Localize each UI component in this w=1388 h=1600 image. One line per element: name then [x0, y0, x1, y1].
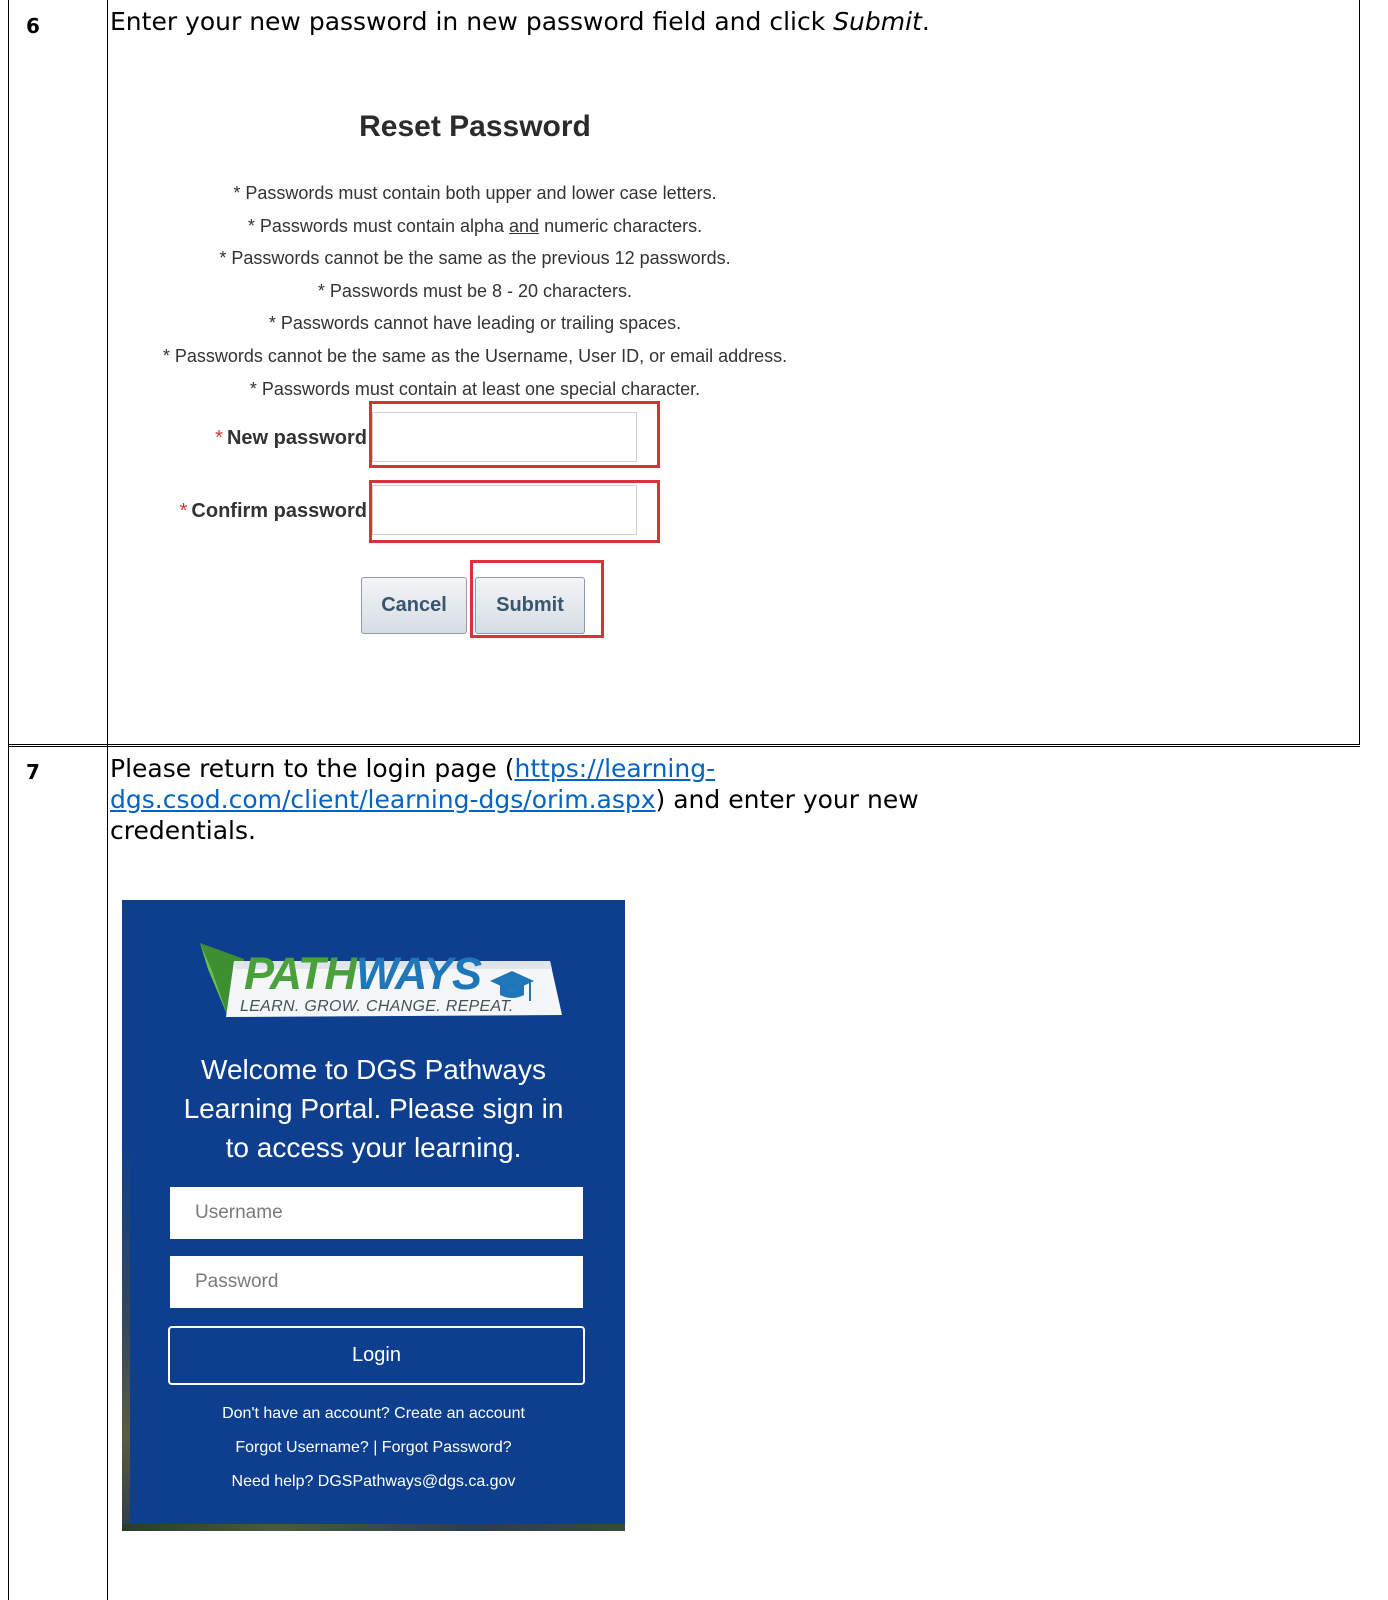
required-mark: *	[215, 427, 223, 449]
forgot-password-link[interactable]: Forgot Password?	[382, 1439, 512, 1456]
step-number: 7	[26, 760, 40, 784]
instruction-line-1: Please return to the login page (https:/…	[110, 753, 1340, 784]
row-divider	[8, 744, 1360, 745]
table-left-border	[8, 0, 9, 1600]
rule-alpha-numeric: * Passwords must contain alpha and numer…	[110, 210, 840, 243]
required-mark: *	[179, 500, 188, 522]
instruction-line-2: dgs.csod.com/client/learning-dgs/orim.as…	[110, 784, 1340, 815]
login-screenshot: PATHWAYS LEARN. GROW. CHANGE. REPEAT. We…	[122, 900, 625, 1531]
new-password-highlight	[369, 401, 660, 468]
wordmark-part-2: WAYS	[355, 948, 482, 999]
password-input[interactable]	[170, 1256, 583, 1308]
label-text: New password	[226, 427, 367, 449]
table-right-border	[1359, 0, 1360, 744]
rule-underlined-word: and	[509, 215, 540, 236]
rule-length: * Passwords must be 8 - 20 characters.	[317, 280, 633, 301]
welcome-line: Learning Portal. Please sign in	[183, 1093, 564, 1124]
password-rules: * Passwords must contain both upper and …	[110, 177, 840, 405]
step-number: 6	[26, 14, 40, 38]
rule-username: * Passwords cannot be the same as the Us…	[162, 345, 788, 366]
logo-tagline: LEARN. GROW. CHANGE. REPEAT.	[240, 998, 514, 1015]
login-page-link[interactable]: https://learning-	[514, 754, 715, 783]
confirm-password-highlight	[369, 480, 660, 543]
wordmark-part-1: PATH	[244, 948, 357, 999]
link-separator: |	[373, 1439, 378, 1456]
instruction-suffix: .	[921, 7, 930, 36]
rule-previous-12: * Passwords cannot be the same as the pr…	[219, 248, 731, 269]
instruction-emphasis: Submit	[833, 7, 922, 36]
login-button[interactable]: Login	[168, 1326, 585, 1385]
welcome-line: Welcome to DGS Pathways	[201, 1054, 546, 1085]
forgot-username-link[interactable]: Forgot Username?	[235, 1439, 368, 1456]
row-divider-second	[8, 746, 1360, 747]
page-title: Reset Password	[359, 110, 591, 143]
instruction-text-continued: ) and enter your new	[655, 785, 919, 814]
step-6-instruction: Enter your new password in new password …	[110, 6, 1340, 37]
username-input[interactable]	[170, 1187, 583, 1239]
pathways-wordmark: PATHWAYS	[244, 948, 482, 999]
create-account-link[interactable]: Don't have an account? Create an account	[122, 1403, 625, 1425]
rule-text: * Passwords must contain alpha	[247, 215, 510, 236]
welcome-message: Welcome to DGS Pathways Learning Portal.…	[122, 1050, 625, 1167]
submit-highlight	[470, 560, 604, 638]
help-text[interactable]: Need help? DGSPathways@dgs.ca.gov	[122, 1471, 625, 1493]
rule-upper-lower: * Passwords must contain both upper and …	[233, 183, 717, 203]
new-password-label: * New password	[200, 427, 367, 450]
label-text: Confirm password	[191, 500, 367, 522]
instruction-line-3: credentials.	[110, 816, 256, 845]
cancel-button[interactable]: Cancel	[361, 577, 467, 634]
login-page-link-continued[interactable]: dgs.csod.com/client/learning-dgs/orim.as…	[110, 785, 656, 814]
forgot-links: Forgot Username? | Forgot Password?	[122, 1437, 625, 1459]
reset-password-screenshot: Reset Password * Passwords must contain …	[110, 100, 870, 650]
step-7-instruction: Please return to the login page (https:/…	[110, 753, 1340, 846]
instruction-text: Enter your new password in new password …	[110, 7, 834, 36]
rule-text-end: numeric characters.	[539, 215, 703, 236]
confirm-password-label: * Confirm password	[150, 500, 367, 523]
rule-spaces: * Passwords cannot have leading or trail…	[268, 313, 682, 334]
step-column-divider	[107, 0, 108, 1600]
welcome-line: to access your learning.	[225, 1132, 522, 1163]
instruction-text: Please return to the login page (	[110, 754, 515, 783]
